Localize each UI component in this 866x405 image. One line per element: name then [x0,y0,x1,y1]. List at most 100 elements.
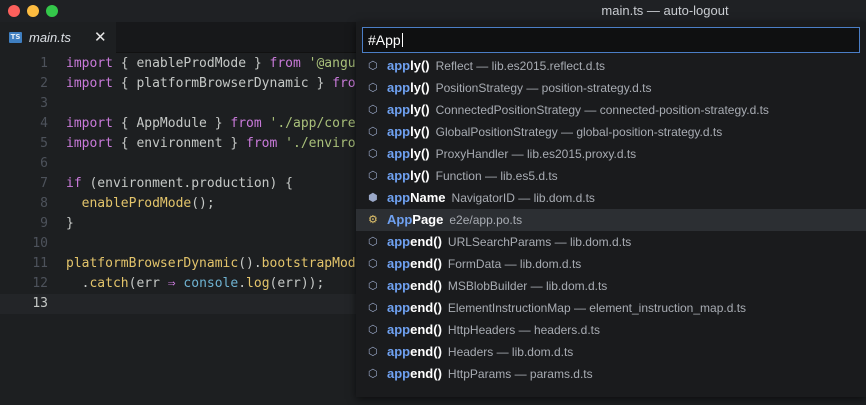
symbol-name-rest: end() [410,300,442,315]
line-number: 13 [32,296,48,311]
item-label: appName NavigatorID — lib.dom.d.ts [387,187,595,209]
search-query-text: #App [368,32,401,48]
match-highlight: app [387,278,411,293]
code-token: enableProdMode [81,196,192,211]
maximize-window-button[interactable] [46,5,58,17]
symbol-name-rest: end() [410,344,442,359]
cube-icon: ⬡ [368,169,378,182]
autocomplete-item[interactable]: ⬡ apply() Function — lib.es5.d.ts [356,165,866,187]
line-number: 12 [32,276,48,291]
class-icon: ⚙ [368,213,378,226]
code-token: catch [89,276,129,291]
code-text: platformBrowserDynamic().bootstrapMod [66,254,356,274]
code-token: (). [238,256,262,271]
item-label: append() Headers — lib.dom.d.ts [387,341,573,363]
code-token: (err)); [269,276,325,291]
match-highlight: app [387,344,411,359]
cube-icon: ⬡ [368,323,378,336]
code-token: import [66,56,113,71]
symbol-name-rest: end() [410,322,442,337]
autocomplete-item[interactable]: ⬡ append() HttpParams — params.d.ts [356,363,866,385]
code-token: . [66,276,90,291]
symbol-name-rest: Page [412,212,444,227]
close-tab-icon[interactable]: ✕ [94,28,107,46]
code-token: './enviro [285,136,356,151]
autocomplete-item[interactable]: ⬢ appName NavigatorID — lib.dom.d.ts [356,187,866,209]
code-text: } [66,214,74,234]
match-highlight: App [387,212,413,227]
autocomplete-item[interactable]: ⬡ append() Headers — lib.dom.d.ts [356,341,866,363]
symbol-detail: GlobalPositionStrategy — global-position… [435,125,723,139]
autocomplete-item[interactable]: ⬡ append() FormData — lib.dom.d.ts [356,253,866,275]
item-label: apply() ProxyHandler — lib.es2015.proxy.d… [387,143,636,165]
symbol-detail: MSBlobBuilder — lib.dom.d.ts [447,279,608,293]
title-bar: main.ts — auto-logout [0,0,866,22]
code-token: import [66,76,113,91]
symbol-search-input[interactable]: #App [362,27,860,53]
code-token: from [246,136,278,151]
cube-icon: ⬡ [368,103,378,116]
symbol-detail: FormData — lib.dom.d.ts [447,257,582,271]
item-label: append() MSBlobBuilder — lib.dom.d.ts [387,275,607,297]
symbol-name-rest: ly() [410,80,430,95]
line-number: 2 [40,76,48,91]
match-highlight: app [387,366,411,381]
match-highlight: app [387,124,411,139]
symbol-name-rest: ly() [410,124,430,139]
line-number: 10 [32,236,48,251]
symbol-detail: HttpParams — params.d.ts [447,367,593,381]
symbol-name-rest: ly() [410,146,430,161]
code-token: import [66,116,113,131]
text-caret [401,33,403,47]
autocomplete-item[interactable]: ⬡ apply() ConnectedPositionStrategy — conn… [356,99,866,121]
autocomplete-item[interactable]: ⬡ append() ElementInstructionMap — element… [356,297,866,319]
symbol-detail: Headers — lib.dom.d.ts [447,345,574,359]
tab-main-ts[interactable]: TS main.ts ✕ [0,22,116,53]
item-label: append() HttpHeaders — headers.d.ts [387,319,600,341]
symbol-detail: e2e/app.po.ts [449,213,523,227]
autocomplete-item[interactable]: ⬡ append() HttpHeaders — headers.d.ts [356,319,866,341]
autocomplete-item[interactable]: ⬡ apply() Reflect — lib.es2015.reflect.d.t… [356,55,866,77]
item-label: append() ElementInstructionMap — element_… [387,297,746,319]
code-token: '@angu [308,56,356,71]
code-text: if (environment.production) { [66,174,293,194]
autocomplete-item[interactable]: ⬡ append() MSBlobBuilder — lib.dom.d.ts [356,275,866,297]
code-token: from [230,116,262,131]
code-text: .catch(err ⇒ console.log(err)); [66,274,325,294]
autocomplete-item[interactable]: ⬡ apply() PositionStrategy — position-stra… [356,77,866,99]
line-number: 6 [40,156,48,171]
code-text: import { AppModule } from './app/core [66,114,356,134]
code-text: enableProdMode(); [66,194,215,214]
autocomplete-item[interactable]: ⬡ apply() GlobalPositionStrategy — global-… [356,121,866,143]
line-number: 3 [40,96,48,111]
code-token: { AppModule } [112,116,231,131]
code-token: ⇒ [167,276,176,291]
cube-icon: ⬡ [368,367,378,380]
line-number: 9 [40,216,48,231]
code-text: import { enableProdMode } from '@angu [66,54,356,74]
symbol-detail: PositionStrategy — position-strategy.d.t… [435,81,652,95]
autocomplete-item[interactable]: ⬡ append() URLSearchParams — lib.dom.d.ts [356,231,866,253]
symbol-name-rest: end() [410,366,442,381]
code-token: log [246,276,270,291]
symbol-detail: Reflect — lib.es2015.reflect.d.ts [435,59,606,73]
match-highlight: app [387,322,411,337]
code-token: './app/core [269,116,356,131]
autocomplete-item[interactable]: ⚙ AppPage e2e/app.po.ts [356,209,866,231]
close-window-button[interactable] [8,5,20,17]
code-token: import [66,136,113,151]
symbol-name-rest: ly() [410,58,430,73]
minimize-window-button[interactable] [27,5,39,17]
item-label: append() URLSearchParams — lib.dom.d.ts [387,231,631,253]
match-highlight: app [387,190,411,205]
line-number: 7 [40,176,48,191]
symbol-detail: NavigatorID — lib.dom.d.ts [451,191,595,205]
symbol-detail: ConnectedPositionStrategy — connected-po… [435,103,769,117]
field-icon: ⬢ [368,191,378,204]
code-token: if [66,176,82,191]
match-highlight: app [387,300,411,315]
autocomplete-item[interactable]: ⬡ apply() ProxyHandler — lib.es2015.proxy.… [356,143,866,165]
